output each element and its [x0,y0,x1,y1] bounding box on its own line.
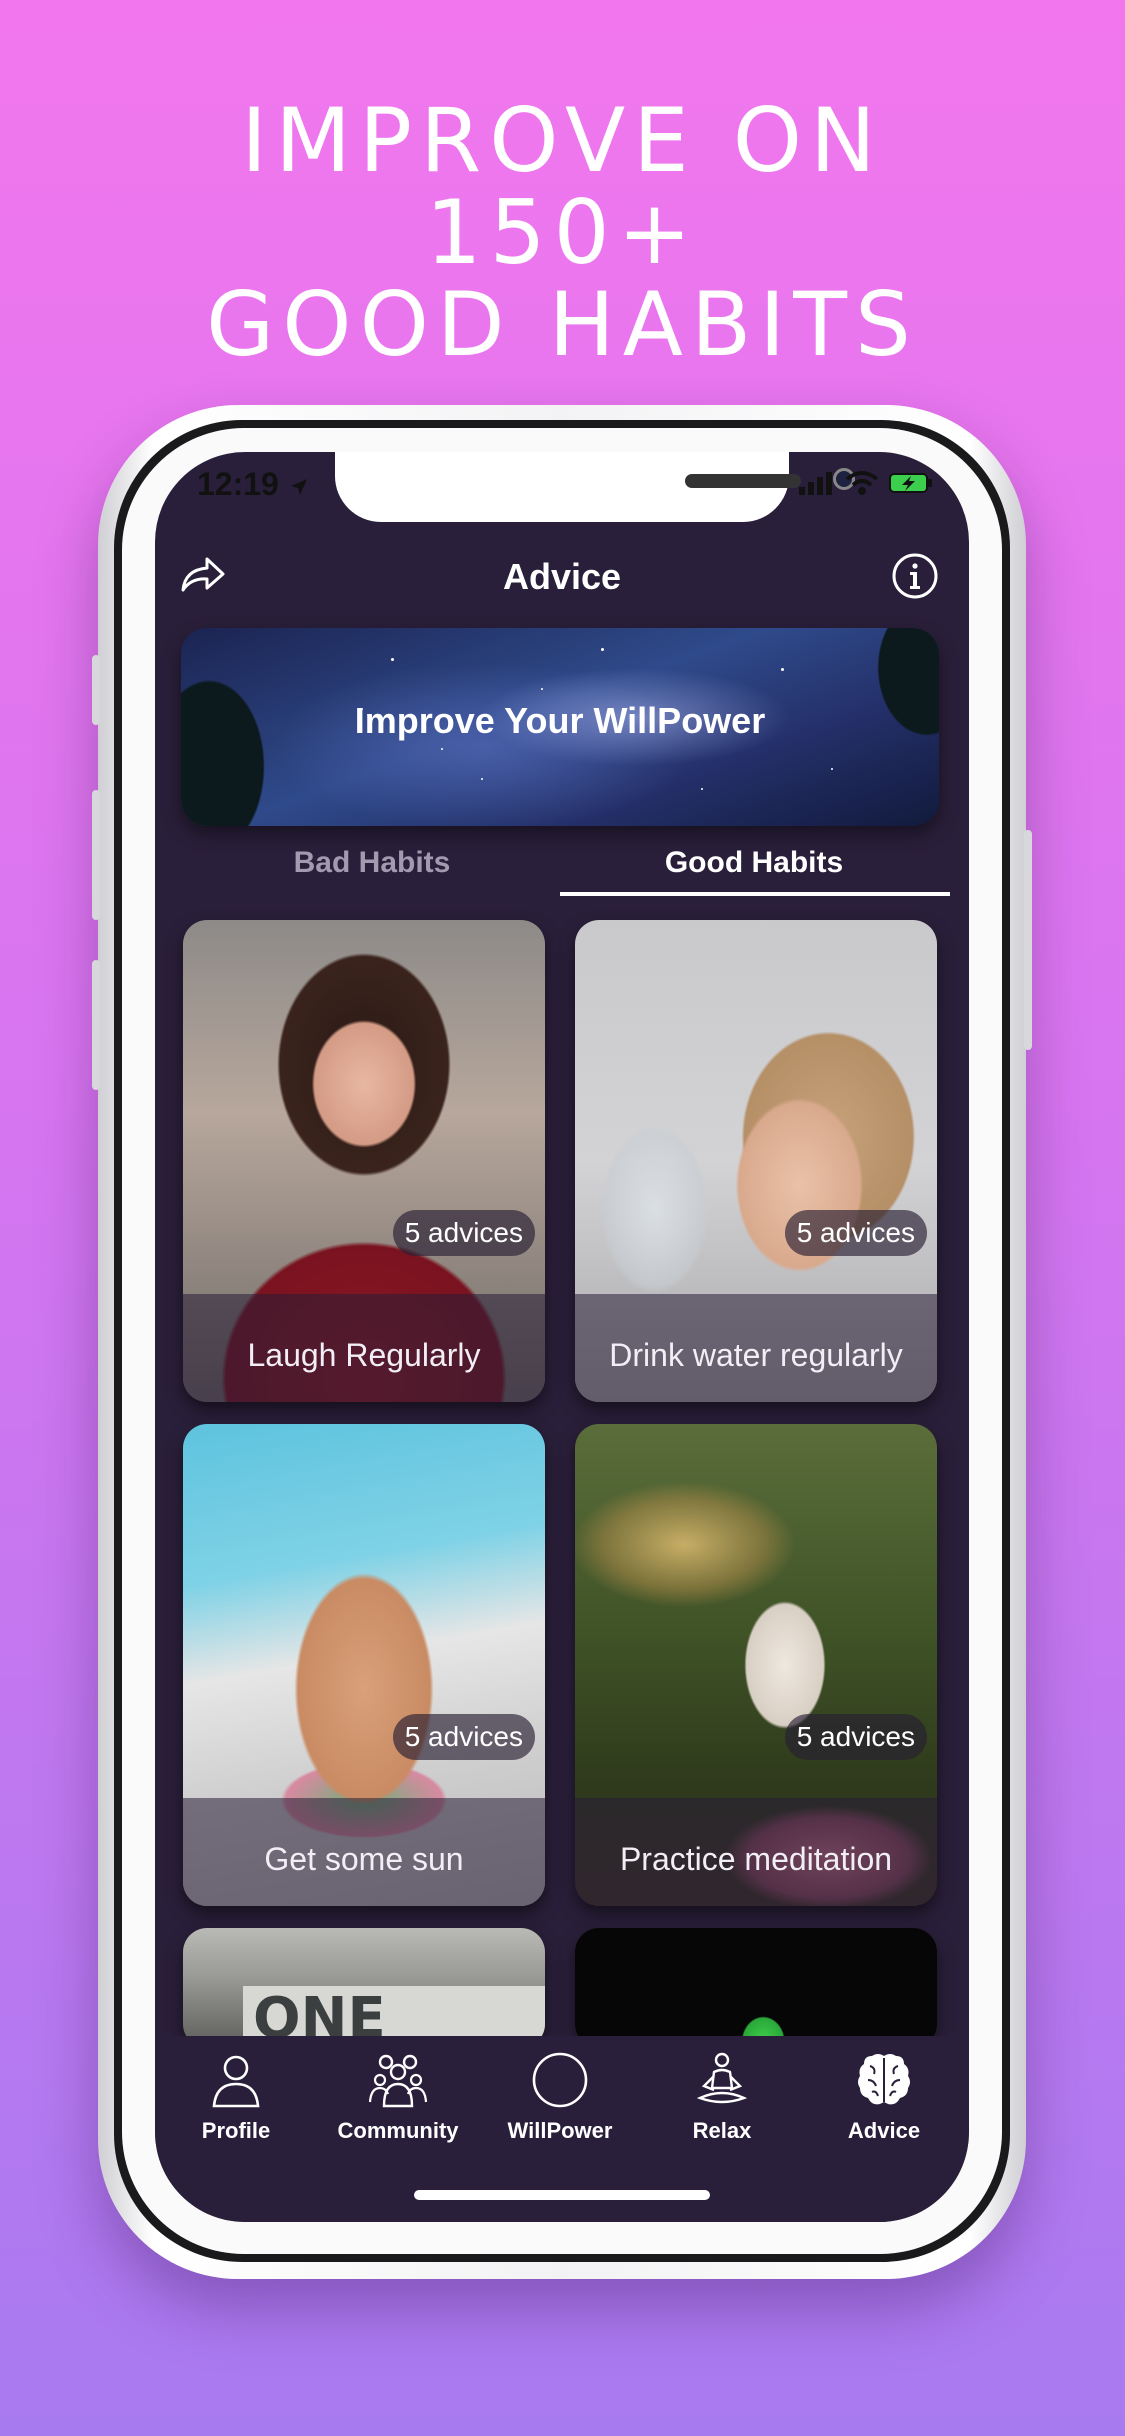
tabbar-label: Advice [847,2118,921,2143]
tabbar-label: WillPower [507,2118,613,2143]
battery-charging-icon [889,473,932,493]
habit-title: Practice meditation [619,1841,893,1877]
group-icon [368,2054,428,2108]
habit-card-meditation[interactable]: 5 advices Practice meditation [575,1424,937,1906]
banner-title: Improve Your WillPower [354,700,766,741]
advice-count-badge: 5 advices [392,1714,535,1760]
habit-title: Get some sun [264,1841,464,1877]
meditation-icon [696,2052,748,2104]
tabbar-item-advice[interactable]: Advice [803,2050,965,2144]
circle-icon [532,2052,588,2108]
tabbar-item-willpower[interactable]: WillPower [479,2050,641,2144]
tabbar-item-relax[interactable]: Relax [641,2050,803,2144]
signal-icon [799,472,832,495]
tab-good-habits[interactable]: Good Habits [563,832,945,894]
advice-count-badge: 5 advices [784,1714,927,1760]
headline-line-3: GOOD HABITS [206,273,919,376]
tabbar-label: Community [337,2118,459,2143]
tab-selected-indicator [560,892,950,896]
habit-card-drink-water[interactable]: 5 advices Drink water regularly [575,920,937,1402]
habit-card-partial-right[interactable] [575,1928,937,2048]
page-title: Advice [502,556,622,597]
advice-count-badge: 5 advices [392,1210,535,1256]
headline-line-1: IMPROVE ON [241,89,884,192]
brain-icon [858,2054,910,2105]
status-icons [799,470,933,496]
phone-screen: 12:19 Advice Improve Your WillPower Bad … [155,452,969,2222]
person-icon [212,2055,260,2108]
headline-line-2: 150+ [425,181,700,284]
plant-photo [575,1928,937,2048]
location-arrow-icon [290,478,307,495]
tab-bad-habits[interactable]: Bad Habits [181,832,563,894]
promo-headline: IMPROVE ON 150+ GOOD HABITS [0,95,1125,371]
habit-card-partial-left[interactable]: ONE SMALL [183,1928,545,2048]
habit-card-laugh[interactable]: 5 advices Laugh Regularly [183,920,545,1402]
info-icon[interactable] [891,552,939,600]
tabbar-item-community[interactable]: Community [317,2050,479,2144]
habit-card-sun[interactable]: 5 advices Get some sun [183,1424,545,1906]
volume-down-button [92,960,100,1090]
home-indicator[interactable] [414,2190,710,2200]
tabbar-label: Profile [201,2118,271,2143]
power-button [1024,830,1032,1050]
tabbar-label: Relax [692,2118,752,2143]
advice-count-badge: 5 advices [784,1210,927,1256]
notch [335,452,855,522]
volume-up-button [92,790,100,920]
habit-title: Drink water regularly [609,1337,903,1373]
mute-switch [92,655,100,725]
habit-title: Laugh Regularly [247,1337,481,1373]
speaker [685,474,801,488]
tabbar-item-profile[interactable]: Profile [155,2050,317,2144]
wifi-icon [845,471,879,495]
status-time: 12:19 [197,466,310,503]
habit-tabs: Bad Habits Good Habits [181,832,945,898]
willpower-banner[interactable]: Improve Your WillPower [181,628,939,826]
